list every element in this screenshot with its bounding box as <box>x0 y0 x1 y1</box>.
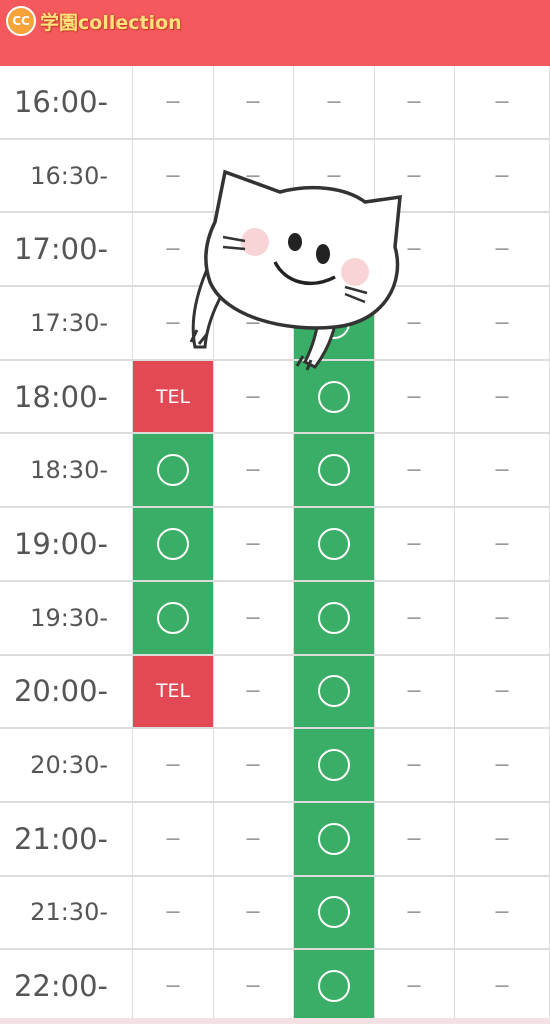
available-circle-icon <box>318 527 350 560</box>
slot-unavailable: － <box>374 802 455 875</box>
slot-unavailable: － <box>374 729 455 801</box>
site-logo[interactable]: CC 学園collection <box>6 6 182 36</box>
cat-mascot-icon <box>189 169 402 371</box>
slot-unavailable: － <box>455 213 550 286</box>
slot-unavailable: － <box>455 360 550 433</box>
slot-unavailable: － <box>374 655 455 728</box>
slot-unavailable: － <box>455 434 550 507</box>
slot-available[interactable] <box>294 655 375 728</box>
logo-badge: CC <box>6 6 36 36</box>
available-circle-icon <box>318 380 350 413</box>
slot-unavailable: － <box>213 729 294 801</box>
slot-unavailable: － <box>213 802 294 875</box>
footer-strip <box>0 1018 550 1024</box>
slot-available[interactable] <box>294 508 375 580</box>
slot-available[interactable] <box>294 802 375 875</box>
slot-unavailable: － <box>213 655 294 728</box>
slot-unavailable: － <box>213 950 294 1022</box>
slot-available[interactable] <box>294 434 375 507</box>
slot-unavailable: － <box>213 508 294 580</box>
slot-unavailable: － <box>213 66 294 138</box>
slot-unavailable: － <box>455 508 550 580</box>
slot-unavailable: － <box>374 950 455 1022</box>
slot-available[interactable] <box>294 876 375 949</box>
time-label: 20:00- <box>0 655 133 728</box>
slot-available[interactable] <box>133 434 214 507</box>
time-label: 19:00- <box>0 508 133 580</box>
slot-unavailable: － <box>133 950 214 1022</box>
slot-unavailable: － <box>455 802 550 875</box>
available-circle-icon <box>157 454 189 487</box>
slot-unavailable: － <box>455 876 550 949</box>
slot-unavailable: － <box>374 876 455 949</box>
slot-available[interactable] <box>294 581 375 654</box>
schedule-row: 19:30- －－－ <box>0 581 550 656</box>
time-label: 16:30- <box>0 139 133 212</box>
available-circle-icon <box>318 601 350 634</box>
slot-unavailable: － <box>455 139 550 212</box>
slot-unavailable: － <box>213 581 294 654</box>
slot-phone[interactable]: TEL <box>133 655 214 728</box>
slot-available[interactable] <box>133 508 214 580</box>
logo-text: 学園collection <box>40 11 182 34</box>
slot-unavailable: － <box>374 434 455 507</box>
available-circle-icon <box>318 749 350 782</box>
available-circle-icon <box>318 675 350 708</box>
schedule-row: 19:00- －－－ <box>0 508 550 582</box>
schedule-row: 22:00- －－－－ <box>0 950 550 1024</box>
slot-unavailable: － <box>455 655 550 728</box>
slot-unavailable: － <box>294 66 375 138</box>
slot-unavailable: － <box>133 729 214 801</box>
slot-unavailable: － <box>133 802 214 875</box>
available-circle-icon <box>318 822 350 855</box>
app-header: CC 学園collection <box>0 0 550 66</box>
slot-unavailable: － <box>455 729 550 801</box>
slot-unavailable: － <box>374 508 455 580</box>
slot-available[interactable] <box>133 581 214 654</box>
time-label: 21:30- <box>0 876 133 949</box>
available-circle-icon <box>318 454 350 487</box>
time-label: 21:00- <box>0 802 133 875</box>
available-circle-icon <box>157 601 189 634</box>
time-label: 17:30- <box>0 287 133 359</box>
schedule-row: 16:00- －－－－－ <box>0 66 550 140</box>
available-circle-icon <box>318 896 350 929</box>
time-label: 18:00- <box>0 360 133 433</box>
slot-unavailable: － <box>374 581 455 654</box>
available-circle-icon <box>157 527 189 560</box>
slot-unavailable: － <box>455 66 550 138</box>
schedule-row: 20:00- TEL －－－ <box>0 655 550 730</box>
slot-unavailable: － <box>133 66 214 138</box>
slot-unavailable: － <box>213 434 294 507</box>
time-label: 19:30- <box>0 581 133 654</box>
time-label: 17:00- <box>0 213 133 286</box>
time-label: 20:30- <box>0 729 133 801</box>
slot-unavailable: － <box>455 581 550 654</box>
schedule-row: 20:30- －－－－ <box>0 729 550 803</box>
time-label: 16:00- <box>0 66 133 138</box>
slot-unavailable: － <box>213 876 294 949</box>
slot-available[interactable] <box>294 729 375 801</box>
schedule-row: 21:00- －－－－ <box>0 802 550 877</box>
schedule-row: 18:30- －－－ <box>0 434 550 509</box>
slot-unavailable: － <box>374 66 455 138</box>
time-label: 22:00- <box>0 950 133 1022</box>
slot-unavailable: － <box>455 950 550 1022</box>
available-circle-icon <box>318 970 350 1003</box>
schedule-row: 21:30- －－－－ <box>0 876 550 951</box>
time-label: 18:30- <box>0 434 133 507</box>
slot-unavailable: － <box>455 287 550 359</box>
slot-available[interactable] <box>294 950 375 1022</box>
slot-unavailable: － <box>133 876 214 949</box>
